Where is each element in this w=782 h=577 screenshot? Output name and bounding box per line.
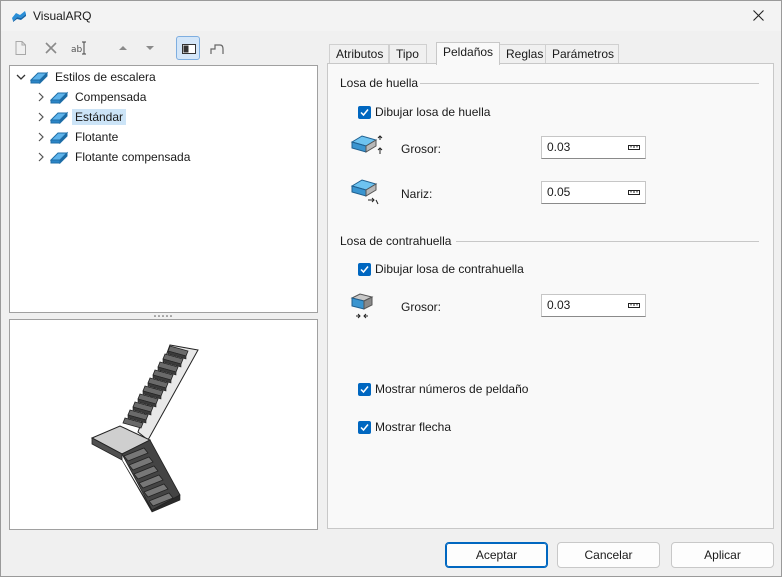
tread-thickness-value: 0.03 bbox=[547, 140, 571, 154]
preview-toggle-button[interactable] bbox=[176, 36, 200, 60]
riser-thickness-label: Grosor: bbox=[401, 300, 442, 314]
checkbox-checked[interactable] bbox=[358, 105, 371, 119]
apply-button[interactable]: Aplicar bbox=[671, 542, 774, 568]
stair-style-icon bbox=[50, 151, 68, 164]
show-arrow-label: Mostrar flecha bbox=[375, 420, 452, 434]
tab-label: Parámetros bbox=[552, 47, 615, 61]
stair-3d-preview-image bbox=[90, 344, 199, 513]
tread-group-title: Losa de huella bbox=[340, 76, 419, 90]
tab-atributos[interactable]: Atributos bbox=[329, 44, 389, 64]
move-down-button[interactable] bbox=[138, 36, 162, 60]
chevron-right-icon[interactable] bbox=[34, 110, 48, 124]
preview-toggle-icon bbox=[182, 44, 196, 54]
new-style-button[interactable] bbox=[9, 36, 33, 60]
tread-thickness-label: Grosor: bbox=[401, 142, 442, 156]
riser-group-title: Losa de contrahuella bbox=[340, 234, 452, 248]
chevron-down-icon[interactable] bbox=[14, 70, 28, 84]
move-down-icon bbox=[146, 46, 154, 50]
tab-tipo[interactable]: Tipo bbox=[389, 44, 427, 64]
draw-riser-checkbox[interactable]: Dibujar losa de contrahuella bbox=[358, 262, 524, 276]
riser-thickness-input[interactable]: 0.03 bbox=[541, 294, 646, 317]
show-step-numbers-label: Mostrar números de peldaño bbox=[375, 382, 529, 396]
tree-root-label: Estilos de escalera bbox=[55, 70, 156, 84]
show-arrow-checkbox[interactable]: Mostrar flecha bbox=[358, 420, 451, 434]
tab-parametros[interactable]: Parámetros bbox=[545, 44, 619, 64]
ruler-icon[interactable] bbox=[628, 301, 640, 309]
dialog-window: VisualARQ ab Estilos de escalera Compens… bbox=[0, 0, 782, 577]
new-document-icon bbox=[15, 41, 26, 55]
draw-riser-label: Dibujar losa de contrahuella bbox=[375, 262, 524, 276]
checkbox-checked[interactable] bbox=[358, 262, 371, 276]
tab-label: Reglas bbox=[506, 47, 544, 61]
style-tree[interactable]: Estilos de escalera Compensada Estándar … bbox=[9, 65, 318, 313]
tread-thickness-input[interactable]: 0.03 bbox=[541, 136, 646, 159]
nosing-icon bbox=[350, 179, 379, 205]
tree-root-row[interactable]: Estilos de escalera bbox=[14, 67, 159, 87]
stair-style-icon bbox=[50, 131, 68, 144]
style-toolbar: ab bbox=[9, 36, 319, 60]
stair-style-icon bbox=[50, 91, 68, 104]
chevron-right-icon[interactable] bbox=[34, 130, 48, 144]
draw-tread-label: Dibujar losa de huella bbox=[375, 105, 491, 119]
group-divider bbox=[456, 241, 759, 242]
tree-item-label: Compensada bbox=[75, 90, 147, 104]
stair-profile-button[interactable] bbox=[206, 36, 230, 60]
splitter-grip-icon[interactable] bbox=[153, 314, 173, 318]
cancel-button[interactable]: Cancelar bbox=[557, 542, 660, 568]
tree-item-compensada[interactable]: Compensada bbox=[34, 87, 149, 107]
peldanos-panel: Losa de huella Dibujar losa de huella Gr… bbox=[327, 63, 774, 529]
stair-style-icon bbox=[50, 111, 68, 124]
svg-text:ab: ab bbox=[71, 45, 83, 55]
check-icon bbox=[360, 423, 369, 431]
draw-tread-checkbox[interactable]: Dibujar losa de huella bbox=[358, 105, 490, 119]
stair-style-icon bbox=[30, 71, 48, 84]
check-icon bbox=[360, 385, 369, 393]
riser-thickness-icon bbox=[350, 293, 374, 319]
nosing-value: 0.05 bbox=[547, 185, 571, 199]
riser-thickness-value: 0.03 bbox=[547, 298, 571, 312]
checkbox-checked[interactable] bbox=[358, 420, 371, 434]
accept-button[interactable]: Aceptar bbox=[445, 542, 548, 568]
tab-label: Atributos bbox=[336, 47, 384, 61]
delete-icon bbox=[45, 42, 57, 54]
nosing-label: Nariz: bbox=[401, 187, 433, 201]
nosing-input[interactable]: 0.05 bbox=[541, 181, 646, 204]
ruler-icon[interactable] bbox=[628, 143, 640, 151]
tree-item-flotante[interactable]: Flotante bbox=[34, 127, 121, 147]
close-button[interactable] bbox=[737, 1, 781, 31]
move-up-button[interactable] bbox=[111, 36, 135, 60]
tree-item-flotante-compensada[interactable]: Flotante compensada bbox=[34, 147, 193, 167]
tab-label: Tipo bbox=[396, 47, 419, 61]
move-up-icon bbox=[119, 46, 127, 50]
rename-icon: ab bbox=[71, 41, 86, 55]
tree-item-label: Flotante bbox=[75, 130, 119, 144]
close-icon bbox=[753, 10, 764, 21]
tab-label: Peldaños bbox=[443, 45, 494, 59]
tab-reglas[interactable]: Reglas bbox=[499, 44, 546, 64]
window-title: VisualARQ bbox=[33, 9, 92, 23]
check-icon bbox=[360, 265, 369, 273]
stair-preview bbox=[9, 319, 318, 530]
group-divider bbox=[420, 83, 759, 84]
tree-item-label: Flotante compensada bbox=[75, 150, 191, 164]
tree-item-estandar[interactable]: Estándar bbox=[34, 107, 127, 127]
delete-style-button[interactable] bbox=[39, 36, 63, 60]
tab-peldanos[interactable]: Peldaños bbox=[436, 42, 500, 65]
tread-thickness-icon bbox=[350, 135, 383, 154]
tree-item-label: Estándar bbox=[72, 109, 127, 125]
visualarq-app-icon bbox=[12, 11, 26, 22]
check-icon bbox=[360, 108, 369, 116]
title-bar: VisualARQ bbox=[1, 1, 781, 31]
checkbox-checked[interactable] bbox=[358, 382, 371, 396]
chevron-right-icon[interactable] bbox=[34, 90, 48, 104]
ruler-icon[interactable] bbox=[628, 188, 640, 196]
show-step-numbers-checkbox[interactable]: Mostrar números de peldaño bbox=[358, 382, 528, 396]
stair-profile-icon bbox=[210, 44, 224, 54]
chevron-right-icon[interactable] bbox=[34, 150, 48, 164]
rename-style-button[interactable]: ab bbox=[67, 36, 91, 60]
